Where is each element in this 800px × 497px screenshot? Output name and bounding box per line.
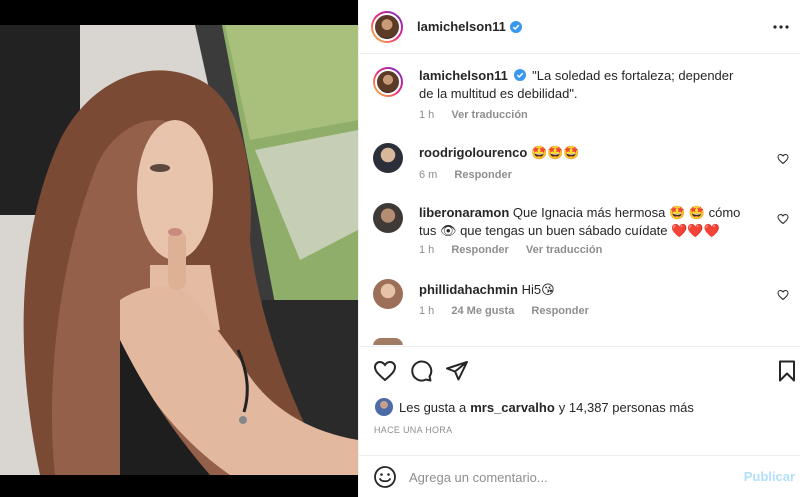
heart-icon[interactable] [373, 359, 397, 383]
comment-meta: 1 h Responder Ver traducción [419, 244, 616, 256]
comment-row: roodrigolourenco 🤩🤩🤩 6 m Responder [373, 143, 793, 183]
commenter-avatar[interactable] [373, 203, 403, 233]
post-photo[interactable] [0, 0, 358, 497]
comment-input[interactable] [409, 466, 729, 488]
author-avatar[interactable] [371, 10, 403, 43]
heart-icon[interactable] [777, 153, 789, 165]
reply-button[interactable]: Responder [454, 169, 511, 181]
caption-text: lamichelson11 "La soledad es fortaleza; … [419, 67, 749, 103]
reply-button[interactable]: Responder [531, 305, 588, 317]
likes-count[interactable]: y 14,387 personas más [559, 400, 694, 415]
post-header: lamichelson11 [359, 0, 800, 54]
comment-likes[interactable]: 24 Me gusta [451, 305, 514, 317]
commenter-avatar[interactable] [373, 143, 403, 173]
emoji-icon[interactable] [373, 465, 397, 489]
comment-time[interactable]: 6 m [419, 169, 437, 181]
author-username[interactable]: lamichelson11 [417, 19, 506, 34]
commenter-username[interactable]: roodrigolourenco [419, 145, 527, 160]
bookmark-icon[interactable] [775, 359, 799, 383]
post-photo-illustration [0, 0, 358, 497]
liker-username[interactable]: mrs_carvalho [470, 400, 555, 415]
comment-text: phillidahachmin Hi5😘 [419, 281, 749, 299]
publish-button[interactable]: Publicar [744, 469, 795, 484]
verified-icon [513, 69, 526, 81]
caption-time[interactable]: 1 h [419, 109, 434, 121]
likes-prefix: Les gusta a [399, 399, 467, 415]
comment-text: liberonaramon Que Ignacia más hermosa 🤩 … [419, 204, 749, 240]
comment-row: liberonaramon Que Ignacia más hermosa 🤩 … [373, 203, 793, 261]
commenter-username[interactable]: phillidahachmin [419, 282, 518, 297]
author-avatar-small[interactable] [373, 67, 403, 97]
likes-summary: Les gusta a mrs_carvalho y 14,387 person… [375, 398, 694, 416]
post-side-panel: lamichelson11 lamichelson11 "La soledad … [358, 0, 800, 497]
commenter-username[interactable]: liberonaramon [419, 205, 509, 220]
verified-icon [509, 20, 522, 33]
comment-icon[interactable] [409, 359, 433, 383]
see-translation-link[interactable]: Ver traducción [451, 109, 527, 121]
more-icon[interactable] [769, 16, 793, 38]
comment-body: Hi5😘 [521, 282, 555, 297]
heart-icon[interactable] [777, 289, 789, 301]
see-translation-link[interactable]: Ver traducción [526, 244, 602, 256]
reply-button[interactable]: Responder [451, 244, 508, 256]
liker-avatar[interactable] [375, 398, 393, 416]
commenter-avatar[interactable] [373, 279, 403, 309]
add-comment-bar: Publicar [359, 455, 800, 497]
comment-body: 🤩🤩🤩 [530, 145, 580, 160]
heart-icon[interactable] [777, 213, 789, 225]
comment-row: phillidahachmin Hi5😘 1 h 24 Me gusta Res… [373, 279, 793, 321]
comment-meta: 6 m Responder [419, 169, 526, 181]
comments-list[interactable]: lamichelson11 "La soledad es fortaleza; … [359, 55, 800, 345]
comment-text: roodrigolourenco 🤩🤩🤩 [419, 144, 749, 162]
commenter-avatar[interactable] [373, 338, 403, 345]
caption-username[interactable]: lamichelson11 [419, 68, 508, 83]
action-bar [359, 346, 800, 394]
caption-meta: 1 h Ver traducción [419, 109, 542, 121]
instagram-post-view: lamichelson11 lamichelson11 "La soledad … [0, 0, 800, 497]
comment-time[interactable]: 1 h [419, 305, 434, 317]
share-icon[interactable] [445, 359, 469, 383]
caption-row: lamichelson11 "La soledad es fortaleza; … [373, 67, 793, 127]
post-timestamp[interactable]: HACE UNA HORA [374, 425, 452, 435]
comment-meta: 1 h 24 Me gusta Responder [419, 305, 603, 317]
comment-time[interactable]: 1 h [419, 244, 434, 256]
